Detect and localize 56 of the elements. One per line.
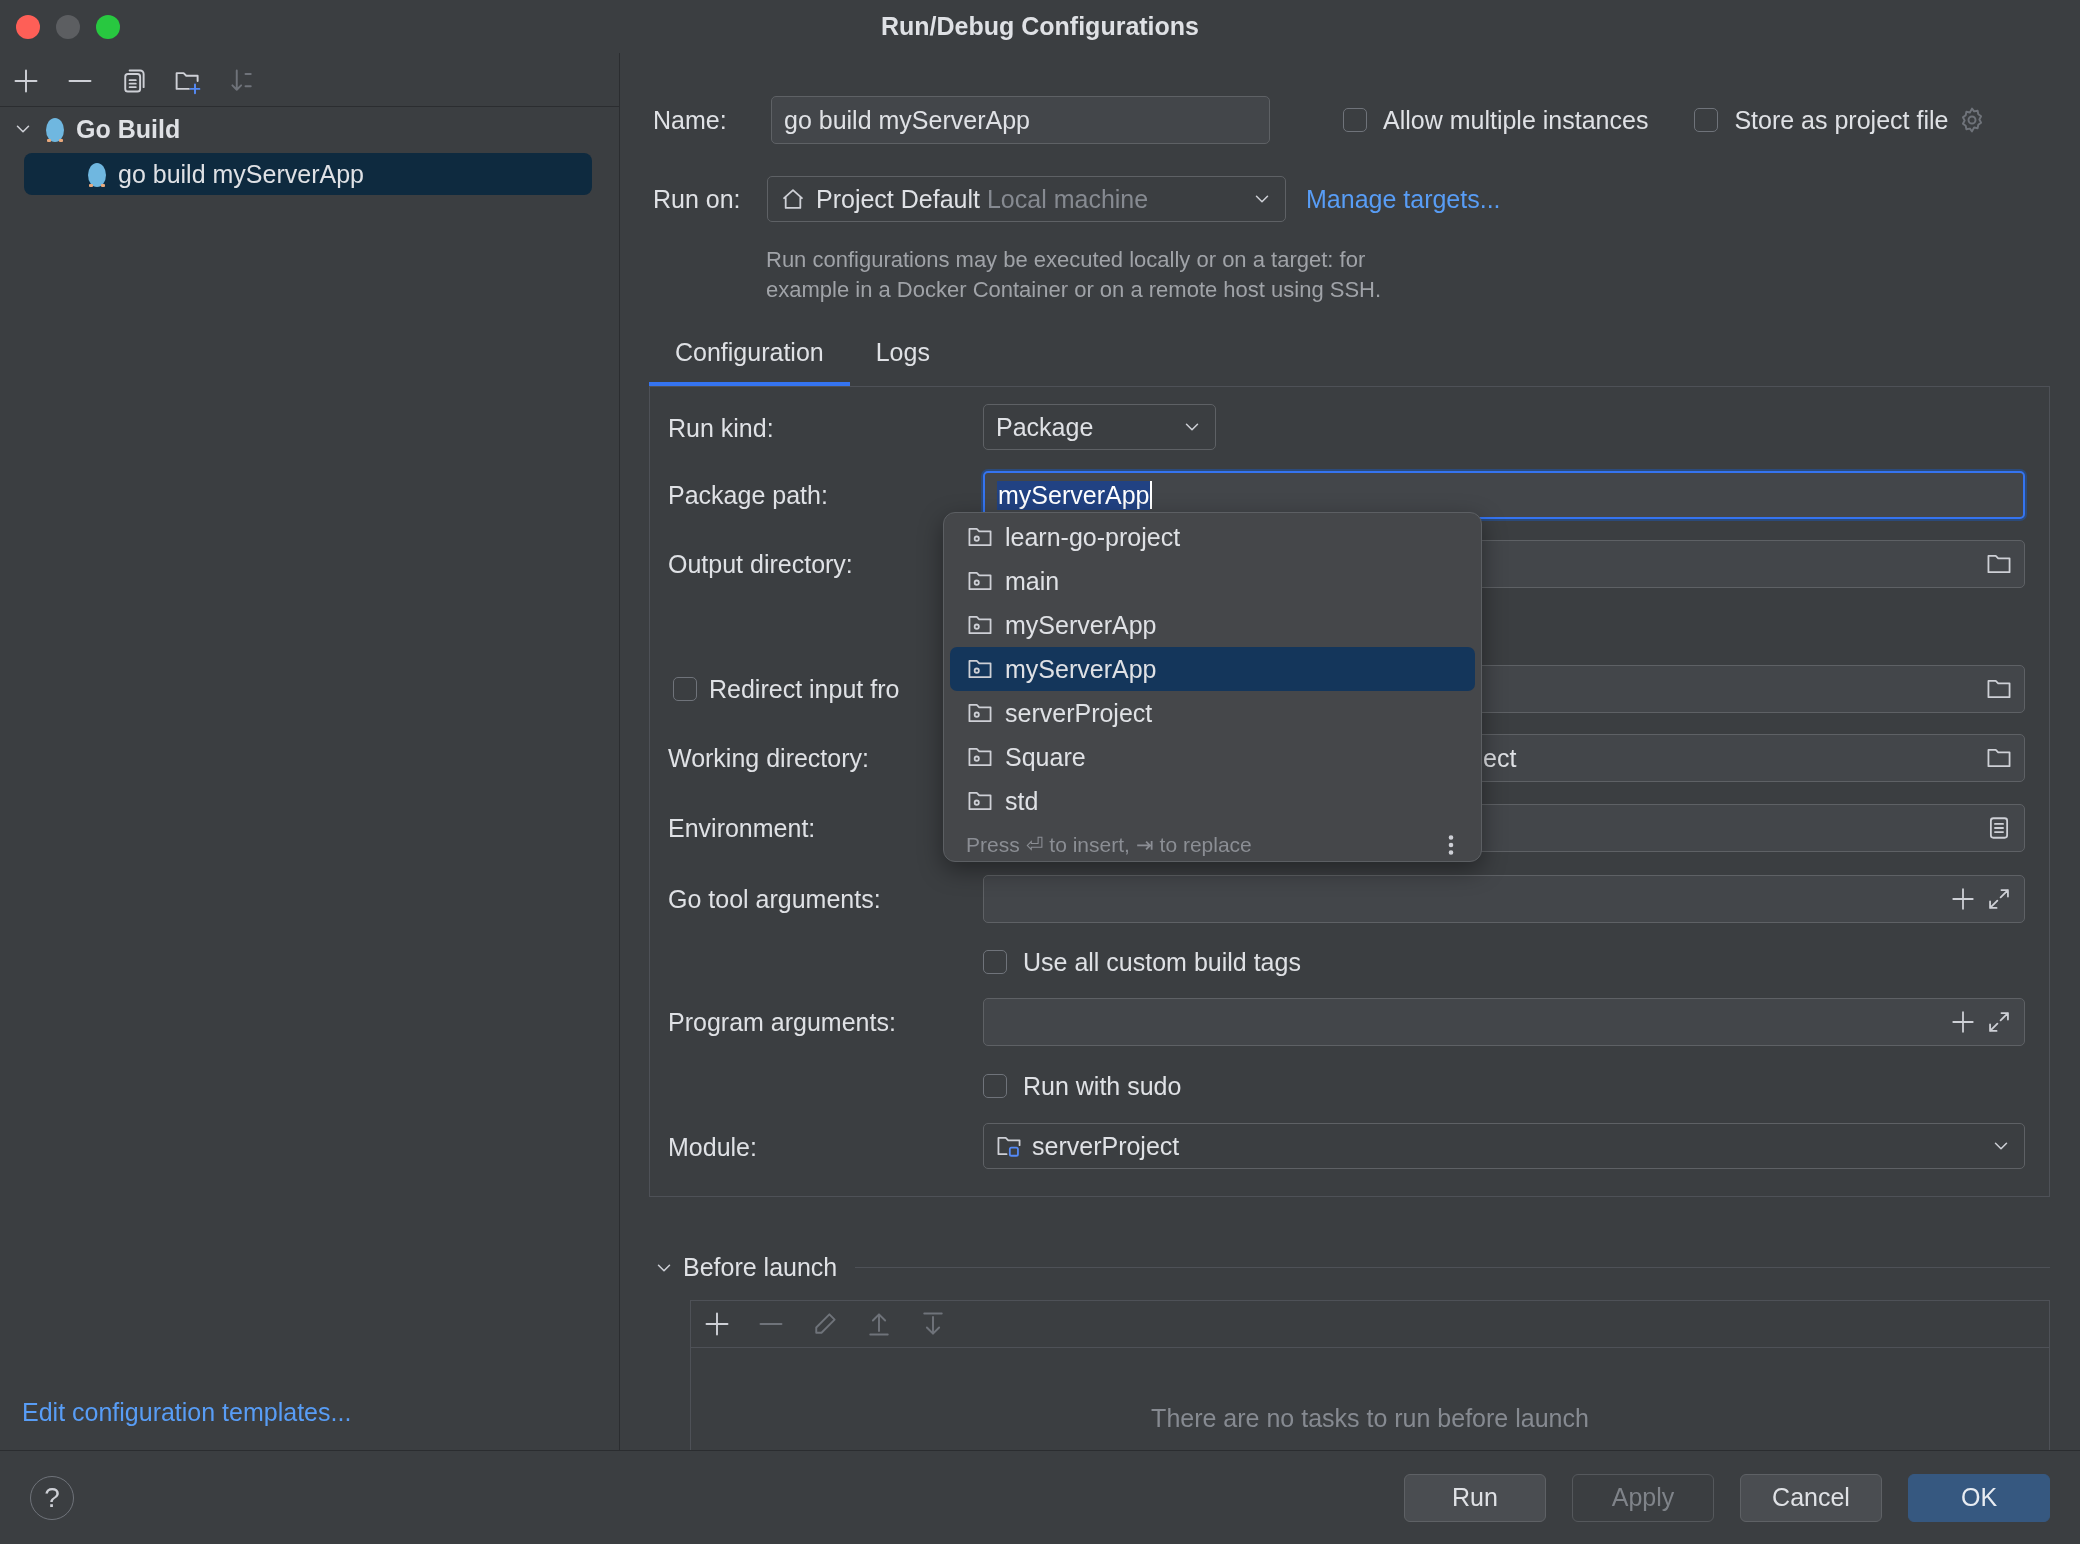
description-text: Run configurations may be executed locally or on a target: for example in a Docker Container or on a remote host using SSH. <box>766 246 1383 304</box>
templates-link[interactable]: Edit configuration templates... <box>22 1398 352 1426</box>
run-config-icon <box>86 160 108 188</box>
checkbox[interactable] <box>1694 108 1719 132</box>
checkbox-label: Redirect input fro <box>709 674 900 704</box>
dialog-button[interactable]: Cancel <box>1740 1473 1882 1522</box>
module-dropdown[interactable]: serverProject <box>983 1123 2025 1169</box>
name-field[interactable]: go build myServerApp <box>771 96 1270 144</box>
checkbox-label: Store as project file <box>1734 105 1949 135</box>
field-label: Run kind: <box>668 413 774 443</box>
checkbox-label: Use all custom build tags <box>1023 947 1301 977</box>
field-label: Module: <box>668 1132 757 1162</box>
tab[interactable]: Configuration <box>649 322 850 386</box>
field-label: Go tool arguments: <box>668 884 881 914</box>
add-icon[interactable] <box>703 1310 731 1338</box>
section-title: Before launch <box>683 1253 838 1282</box>
field-label: Name: <box>653 105 728 135</box>
dialog-button[interactable]: OK <box>1908 1473 2050 1522</box>
completion-item[interactable]: myServerApp <box>950 603 1475 647</box>
tree-item[interactable]: Go Build <box>0 107 619 151</box>
hint-text: Press ⏎ to insert, ⇥ to replace <box>966 833 1252 857</box>
expand-icon[interactable] <box>1986 886 2012 912</box>
expand-icon[interactable] <box>1986 1009 2012 1035</box>
checkbox[interactable] <box>983 950 1007 974</box>
run-config-icon <box>44 115 66 143</box>
manage-targets-link[interactable]: Manage targets... <box>1306 184 1501 214</box>
add-icon[interactable] <box>1950 1009 1976 1035</box>
package-path-field[interactable]: myServerApp <box>983 471 2025 519</box>
checkbox[interactable] <box>673 677 697 701</box>
run-kind-dropdown[interactable]: Package <box>983 404 1216 450</box>
field-label: Run on: <box>653 184 742 214</box>
empty-text: There are no tasks to run before launch <box>1151 1404 1589 1432</box>
tree-item[interactable]: go build myServerApp <box>24 153 592 195</box>
run-on-dropdown[interactable]: Project Default Local machine <box>767 176 1286 222</box>
tab[interactable]: Logs <box>849 322 956 386</box>
window-title: Run/Debug Configurations <box>881 12 1199 40</box>
field-label: Environment: <box>668 813 816 843</box>
arguments-field[interactable] <box>983 875 2025 923</box>
zoom-button[interactable] <box>96 14 120 39</box>
house-icon <box>780 186 806 212</box>
checkbox[interactable] <box>1343 108 1367 132</box>
field-label: Package path: <box>668 480 828 510</box>
add-icon[interactable] <box>1950 886 1976 912</box>
checkbox[interactable] <box>983 1074 1007 1098</box>
field-label: Working directory: <box>668 743 869 773</box>
dialog-button[interactable]: Run <box>1404 1473 1546 1522</box>
checkbox-label: Run with sudo <box>1023 1071 1182 1101</box>
checkbox-label: Allow multiple instances <box>1383 105 1649 135</box>
completion-item[interactable]: serverProject <box>950 691 1475 735</box>
arguments-field[interactable] <box>983 998 2025 1046</box>
field-label: Output directory: <box>668 549 853 579</box>
completion-item[interactable]: main <box>950 559 1475 603</box>
completion-item[interactable]: myServerApp <box>950 647 1475 691</box>
completion-item[interactable]: std <box>950 779 1475 823</box>
field-label: Program arguments: <box>668 1007 896 1037</box>
close-button[interactable] <box>16 14 40 39</box>
